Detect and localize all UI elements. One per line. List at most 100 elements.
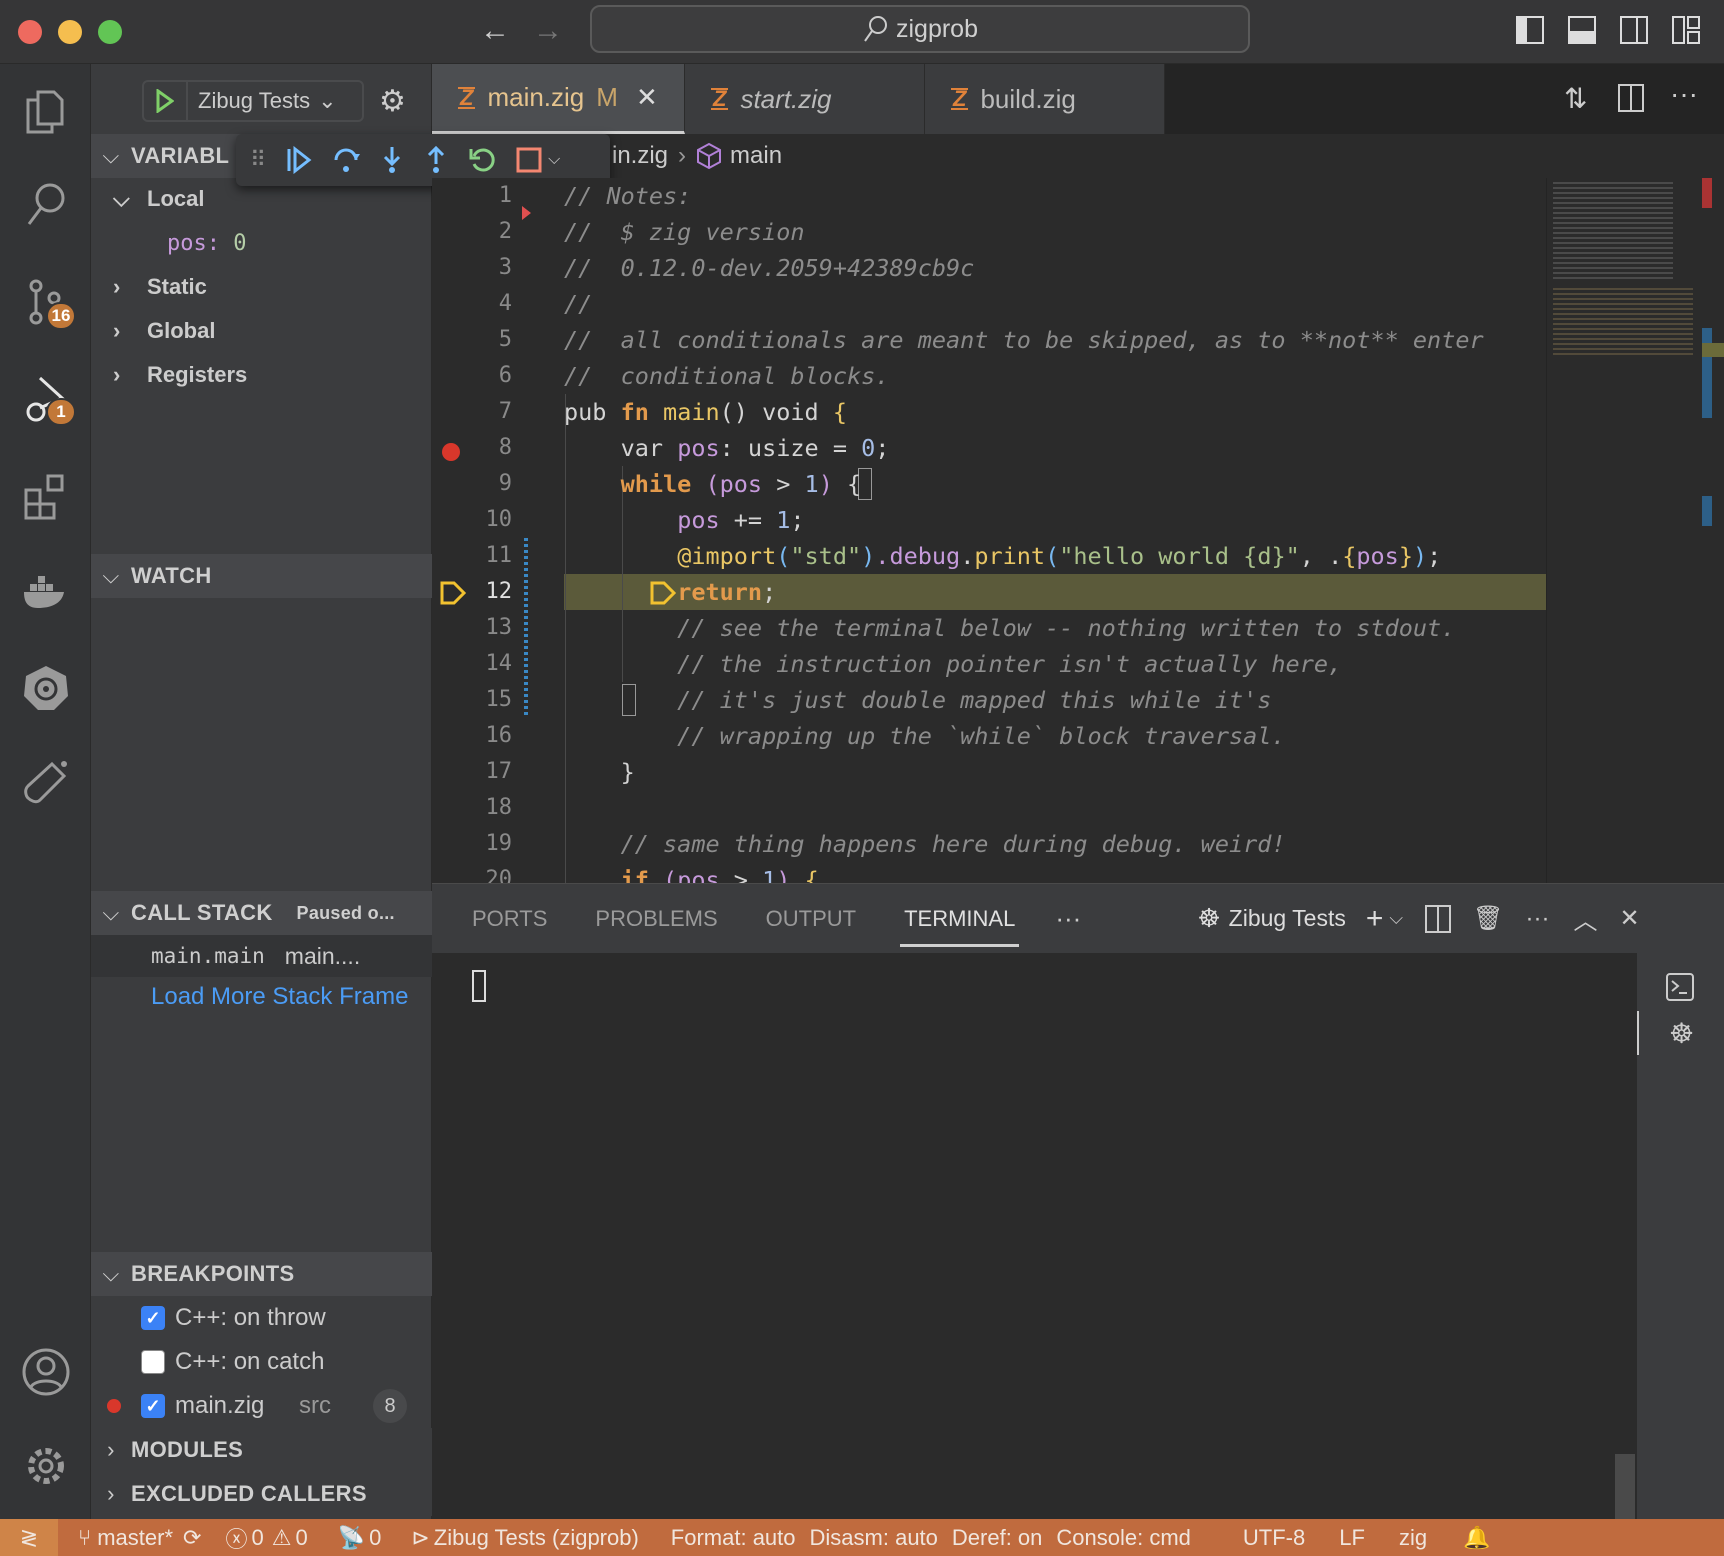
more-tabs-icon[interactable]: ··· (1055, 884, 1081, 953)
split-editor-icon[interactable] (1618, 84, 1644, 112)
code-line[interactable]: pub fn main() void { (564, 394, 847, 430)
encoding[interactable]: UTF-8 (1243, 1525, 1305, 1551)
terminal-shell-item[interactable] (1643, 967, 1717, 1007)
tab-main-zig[interactable]: Zmain.zig M ✕ (432, 64, 685, 134)
code-line[interactable]: } (564, 754, 635, 790)
breakpoint-checkbox[interactable]: ✓ (141, 1394, 165, 1418)
modules-section-header[interactable]: › MODULES (91, 1428, 432, 1472)
toggle-primary-sidebar-icon[interactable] (1516, 16, 1544, 44)
variable-pos[interactable]: pos: 0 (91, 223, 432, 263)
command-center-search[interactable]: zigprob (590, 5, 1250, 53)
code-line[interactable]: // conditional blocks. (564, 358, 889, 394)
close-tab-icon[interactable]: ✕ (636, 82, 658, 113)
breadcrumb-file[interactable]: in.zig (612, 142, 668, 170)
chevron-down-icon[interactable]: ⌵ (1389, 908, 1403, 929)
tab-start-zig[interactable]: Zstart.zig (685, 64, 925, 134)
terminal-scrollbar[interactable] (1615, 1454, 1635, 1520)
accounts-icon[interactable] (18, 1344, 74, 1400)
toggle-panel-icon[interactable] (1568, 16, 1596, 44)
watch-section-header[interactable]: ⌵ WATCH (91, 554, 432, 598)
minimap[interactable] (1546, 178, 1700, 883)
excluded-callers-section-header[interactable]: › EXCLUDED CALLERS (91, 1472, 432, 1516)
call-stack-section-header[interactable]: ⌵ CALL STACK Paused o... (91, 891, 432, 935)
terminal-cursor[interactable] (472, 970, 486, 1002)
code-line[interactable]: return; (564, 574, 776, 610)
forward-arrow-icon[interactable]: → (533, 14, 563, 48)
debug-terminal-item[interactable]: ☸ (1637, 1011, 1724, 1055)
breakpoint-checkbox[interactable]: ✓ (141, 1306, 165, 1330)
breakpoints-section-header[interactable]: ⌵ BREAKPOINTS (91, 1252, 432, 1296)
code-line[interactable]: // $ zig version (564, 214, 805, 250)
step-out-icon[interactable] (424, 146, 448, 174)
git-branch[interactable]: master* (97, 1525, 173, 1551)
trash-icon[interactable]: 🗑 (1473, 904, 1503, 933)
split-terminal-icon[interactable] (1425, 904, 1452, 933)
back-arrow-icon[interactable]: ← (480, 14, 510, 48)
search-icon[interactable] (18, 176, 74, 232)
deref-setting[interactable]: Deref: on (952, 1525, 1043, 1551)
scope-static[interactable]: › Static (91, 267, 432, 307)
source-control-icon[interactable]: 16 (18, 274, 76, 330)
stop-button[interactable]: ⌵ (516, 147, 560, 173)
editor-scrollbar[interactable] (1700, 178, 1724, 883)
code-line[interactable]: while (pos > 1) { (564, 466, 862, 502)
notifications-bell-icon[interactable]: 🔔 (1463, 1525, 1490, 1551)
drag-handle-icon[interactable]: ⠿ (250, 147, 266, 173)
code-line[interactable]: // Notes: (564, 178, 691, 214)
code-line[interactable]: var pos: usize = 0; (564, 430, 890, 466)
breakpoint-item[interactable]: ✓ C++: on throw (91, 1296, 432, 1340)
debug-settings-gear-icon[interactable]: ⚙ (379, 84, 406, 119)
close-window-button[interactable] (18, 20, 42, 44)
disasm-setting[interactable]: Disasm: auto (810, 1525, 938, 1551)
customize-layout-icon[interactable] (1672, 16, 1700, 44)
toggle-secondary-sidebar-icon[interactable] (1620, 16, 1648, 44)
code-line[interactable]: // see the terminal below -- nothing wri… (564, 610, 1455, 646)
code-line[interactable]: // it's just double mapped this while it… (564, 682, 1271, 718)
testing-icon[interactable] (18, 754, 74, 810)
extensions-icon[interactable] (18, 468, 74, 524)
load-more-stack-frames-link[interactable]: Load More Stack Frame (91, 977, 432, 1017)
language-mode[interactable]: zig (1399, 1525, 1427, 1551)
code-line[interactable]: // wrapping up the `while` block travers… (564, 718, 1285, 754)
breakpoint-item[interactable]: ✓ main.zig src 8 (91, 1384, 432, 1428)
more-actions-icon[interactable]: ··· (1670, 78, 1698, 110)
more-actions-icon[interactable]: ··· (1526, 905, 1550, 933)
breakpoint-item[interactable]: C++: on catch (91, 1340, 432, 1384)
scope-registers[interactable]: › Registers (91, 355, 432, 395)
tab-problems[interactable]: PROBLEMS (595, 884, 717, 953)
stack-frame[interactable]: main.main main.... (91, 935, 432, 977)
new-terminal-icon[interactable]: + (1366, 902, 1384, 936)
code-editor[interactable]: 1 // Notes: 2 // $ zig version 3 // 0.12.0-de… (432, 178, 1546, 883)
code-line[interactable]: pos += 1; (564, 502, 804, 538)
chevron-down-icon[interactable]: ⌵ (548, 151, 560, 169)
tab-build-zig[interactable]: Zbuild.zig (925, 64, 1165, 134)
scope-global[interactable]: › Global (91, 311, 432, 351)
debug-session[interactable]: Zibug Tests (zigprob) (434, 1525, 639, 1551)
close-panel-icon[interactable]: ✕ (1620, 904, 1640, 933)
continue-icon[interactable] (286, 146, 312, 174)
compare-changes-icon[interactable]: ⇅ (1564, 82, 1587, 115)
sync-icon[interactable]: ⟳ (183, 1525, 201, 1551)
restart-icon[interactable] (468, 146, 496, 174)
code-line[interactable]: // the instruction pointer isn't actuall… (564, 646, 1342, 682)
ports-count[interactable]: 0 (369, 1525, 381, 1551)
start-debugging-icon[interactable] (144, 82, 188, 120)
explorer-icon[interactable] (18, 84, 74, 140)
step-into-icon[interactable] (380, 146, 404, 174)
breakpoint-checkbox[interactable] (141, 1350, 165, 1374)
code-line[interactable]: // 0.12.0-dev.2059+42389cb9c (564, 250, 974, 286)
remote-icon[interactable]: ≷ (0, 1519, 58, 1556)
breadcrumb-symbol[interactable]: main (730, 142, 782, 170)
manage-gear-icon[interactable] (18, 1438, 74, 1494)
format-setting[interactable]: Format: auto (671, 1525, 796, 1551)
console-setting[interactable]: Console: cmd (1056, 1525, 1191, 1551)
tab-ports[interactable]: PORTS (472, 884, 547, 953)
error-count[interactable]: 0 (251, 1525, 263, 1551)
run-and-debug-icon[interactable]: 1 (18, 370, 76, 426)
tab-terminal[interactable]: TERMINAL (900, 884, 1020, 953)
terminal-selector[interactable]: ☸ Zibug Tests (1197, 903, 1346, 934)
end-of-line[interactable]: LF (1339, 1525, 1365, 1551)
debug-config-selector[interactable]: Zibug Tests ⌄ (142, 80, 364, 122)
kubernetes-icon[interactable] (18, 660, 74, 716)
maximize-window-button[interactable] (98, 20, 122, 44)
